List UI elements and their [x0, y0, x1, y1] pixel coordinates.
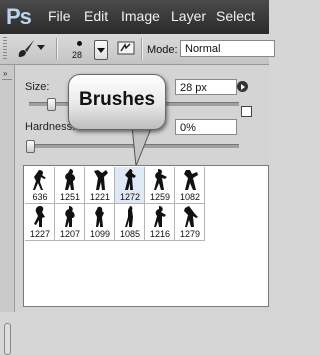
menu-select[interactable]: Select: [216, 8, 255, 24]
silhouette-brush-icon: [125, 206, 133, 227]
brush-size-label: 636: [32, 192, 48, 202]
silhouette-brush-icon: [154, 206, 166, 227]
brush-preset-item[interactable]: 1279: [175, 204, 205, 241]
brush-preset-item[interactable]: 1207: [55, 204, 85, 241]
dock-handle[interactable]: [4, 323, 11, 355]
separator: [56, 38, 58, 60]
separator: [141, 38, 143, 60]
brush-preset-item[interactable]: 1082: [175, 167, 205, 204]
brush-tip-preview: [77, 41, 82, 46]
silhouette-brush-icon: [94, 170, 108, 190]
brush-size-small: 28: [72, 50, 83, 60]
menu-edit[interactable]: Edit: [84, 8, 108, 24]
mode-label: Mode:: [147, 44, 178, 56]
panel-menu-icon[interactable]: [237, 81, 248, 92]
callout-bubble: Brushes: [68, 74, 166, 130]
mode-select[interactable]: Normal: [180, 40, 275, 57]
hardness-field[interactable]: 0%: [175, 119, 237, 135]
brush-size-label: 1251: [59, 192, 81, 202]
hardness-slider-thumb[interactable]: [26, 140, 35, 153]
silhouette-brush-icon: [184, 206, 198, 227]
silhouette-brush-icon: [95, 206, 104, 227]
brush-preset-item[interactable]: 1216: [145, 204, 175, 241]
silhouette-brush-icon: [154, 169, 167, 190]
silhouette-brush-icon: [33, 170, 46, 190]
brush-size-label: 1216: [149, 229, 171, 239]
callout-text: Brushes: [78, 89, 156, 110]
tool-preset-arrow-icon[interactable]: [37, 45, 45, 50]
brush-icon[interactable]: [14, 38, 36, 60]
brush-preset-item[interactable]: 1227: [25, 204, 55, 241]
brush-size-label: 1099: [89, 229, 111, 239]
callout-pointer: [131, 126, 153, 166]
silhouette-brush-icon: [125, 169, 136, 190]
options-grip[interactable]: [3, 37, 7, 61]
menu-layer[interactable]: Layer: [171, 8, 206, 24]
silhouette-brush-icon: [65, 169, 76, 190]
brush-size-label: 1227: [29, 229, 51, 239]
silhouette-brush-icon: [34, 206, 45, 227]
brush-size-label: 1085: [119, 229, 141, 239]
brush-size-label: 1221: [89, 192, 111, 202]
new-preset-icon[interactable]: [241, 106, 252, 117]
brush-preset-item[interactable]: 1085: [115, 204, 145, 241]
size-slider-thumb[interactable]: [47, 98, 56, 111]
brush-preset-item[interactable]: 1251: [55, 167, 85, 204]
size-label: Size:: [25, 81, 50, 93]
brush-preset-item[interactable]: 1221: [85, 167, 115, 204]
silhouette-brush-icon: [65, 206, 75, 227]
brush-preset-item[interactable]: 636: [25, 167, 55, 204]
options-bar: 28 Mode: Normal: [0, 34, 275, 65]
brush-picker-button[interactable]: [94, 40, 108, 60]
brush-preset-item[interactable]: 1272: [115, 167, 145, 204]
double-chevron-icon[interactable]: »: [3, 69, 7, 78]
menu-image[interactable]: Image: [121, 8, 160, 24]
menu-file[interactable]: File: [48, 8, 71, 24]
size-field[interactable]: 28 px: [175, 79, 237, 95]
brush-size-label: 1279: [179, 229, 201, 239]
brush-size-label: 1207: [59, 229, 81, 239]
brush-presets-grid: 636 1251 1221 1272 1259 1082 1227 1207 1099 1085 1…: [23, 165, 269, 307]
silhouette-brush-icon: [184, 170, 198, 190]
brush-size-label: 1259: [149, 192, 171, 202]
brush-panel-icon[interactable]: [117, 39, 135, 57]
separator: [2, 79, 12, 80]
hardness-label: Hardness:: [25, 121, 76, 133]
brush-size-label: 1272: [119, 192, 141, 202]
dock-strip: »: [0, 65, 15, 355]
app-logo: Ps: [6, 4, 32, 29]
brush-preset-item[interactable]: 1099: [85, 204, 115, 241]
menu-bar: Ps File Edit Image Layer Select: [0, 0, 269, 34]
brush-preset-item[interactable]: 1259: [145, 167, 175, 204]
brush-size-label: 1082: [179, 192, 201, 202]
